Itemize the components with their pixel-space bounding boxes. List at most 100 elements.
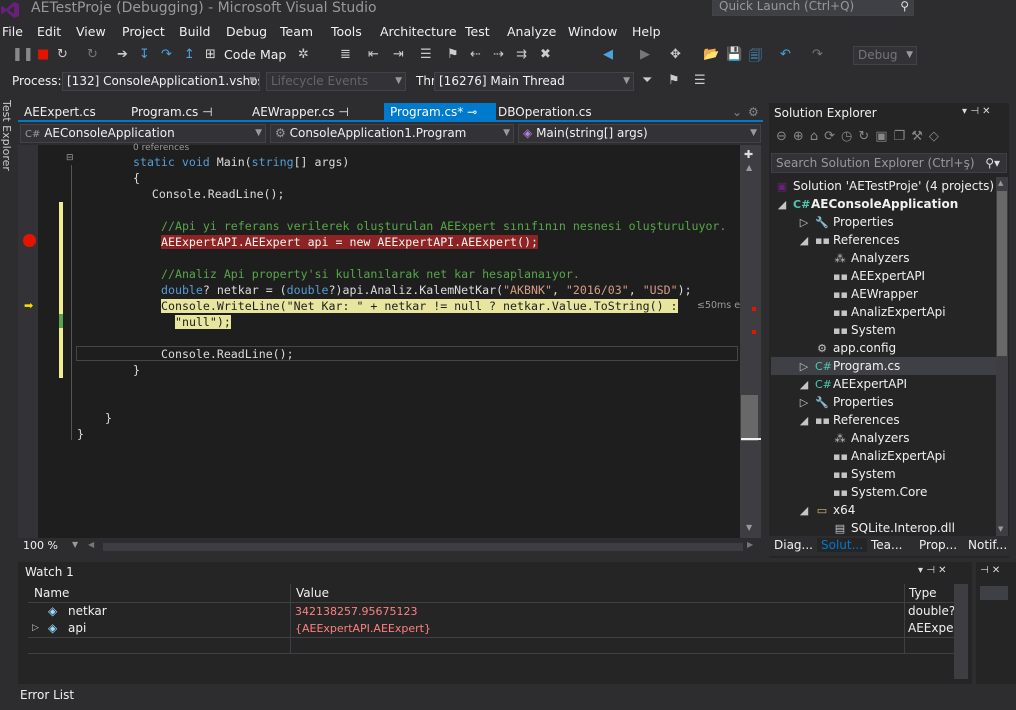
redo-icon[interactable]: ↷ xyxy=(812,47,823,62)
watch-header-value[interactable]: Value xyxy=(296,584,329,602)
tree-item-program-cs[interactable]: ▷ C#Program.cs xyxy=(771,357,996,375)
test-explorer-side-tab[interactable]: Test Explorer xyxy=(0,96,14,556)
tree-item-ref-system-core[interactable]: ▪▪ System.Core xyxy=(833,483,927,501)
tab-notifications[interactable]: Notif... xyxy=(968,538,1007,552)
menu-file[interactable]: File xyxy=(2,24,23,39)
comment-icon[interactable]: ≣ xyxy=(340,47,351,62)
break-all-icon[interactable]: ❚❚ xyxy=(12,47,34,62)
error-list-tab[interactable]: Error List xyxy=(20,688,74,702)
expanded-icon[interactable]: ◢ xyxy=(797,412,811,430)
step-over-icon[interactable]: ↷ xyxy=(161,47,172,62)
home-icon[interactable]: ⌂ xyxy=(810,129,824,144)
scroll-up-icon[interactable]: ▲ xyxy=(746,163,752,172)
watch-row-value[interactable]: {AEExpertAPI.AEExpert} xyxy=(295,620,431,637)
watch-header-type[interactable]: Type xyxy=(909,584,937,602)
menu-view[interactable]: View xyxy=(76,24,106,39)
sync-icon[interactable]: ⟳ xyxy=(824,129,841,144)
code-map-button[interactable]: Code Map xyxy=(224,47,286,62)
collapse-icon[interactable]: ⊟ xyxy=(66,153,74,163)
split-icon[interactable]: ✚ xyxy=(744,148,753,161)
tree-item-ref-system[interactable]: ▪▪ System xyxy=(833,465,896,483)
tab-program-cs-preview[interactable]: Program.cs ⊣ xyxy=(125,103,219,122)
restart-icon[interactable]: ↻ xyxy=(57,47,68,62)
breakpoint-icon[interactable] xyxy=(23,234,36,247)
menu-architecture[interactable]: Architecture xyxy=(380,24,457,39)
tree-item-ref-aewrapper[interactable]: ▪▪ AEWrapper xyxy=(833,285,918,303)
menu-edit[interactable]: Edit xyxy=(37,24,61,39)
show-next-statement-icon[interactable]: ↻ xyxy=(87,47,98,62)
show-all-icon[interactable]: ❐ xyxy=(894,129,912,144)
project-select[interactable]: C# AEConsoleApplication ▼ xyxy=(20,124,266,143)
clear-bookmarks-icon[interactable]: ✖ xyxy=(540,47,551,62)
menu-analyze[interactable]: Analyze xyxy=(507,24,556,39)
code-map-icon[interactable]: ⊞ xyxy=(205,47,216,62)
forward-icon[interactable]: ⊕ xyxy=(793,129,810,144)
expanded-icon[interactable]: ◢ xyxy=(797,232,811,250)
refresh-icon[interactable]: ↻ xyxy=(858,129,875,144)
tree-item-analyzers[interactable]: ⁂ Analyzers xyxy=(833,249,910,267)
scroll-left-icon[interactable]: ◀ xyxy=(88,540,94,549)
bookmark-icon[interactable]: ⚑ xyxy=(447,47,459,62)
codelens-references[interactable]: 0 references xyxy=(133,143,189,153)
menu-window[interactable]: Window xyxy=(568,24,617,39)
class-select[interactable]: ⚙ ConsoleApplication1.Program ▼ xyxy=(270,124,514,143)
collapse-all-icon[interactable]: ▣ xyxy=(875,129,893,144)
expanded-icon[interactable]: ◢ xyxy=(797,376,811,394)
scroll-down-icon[interactable]: ▼ xyxy=(746,523,752,532)
tab-program-cs-active[interactable]: Program.cs* ⊸ ✕ xyxy=(384,103,496,137)
menu-team[interactable]: Team xyxy=(280,24,313,39)
scroll-thumb[interactable] xyxy=(741,395,758,441)
zoom-level[interactable]: 100 % xyxy=(23,539,58,552)
watch-header-name[interactable]: Name xyxy=(34,584,69,602)
prev-bookmark-icon[interactable]: ⇠ xyxy=(470,47,481,62)
menu-project[interactable]: Project xyxy=(122,24,165,39)
tab-properties[interactable]: Prop... xyxy=(919,538,957,552)
expanded-icon[interactable]: ◢ xyxy=(775,196,789,214)
tree-item-ref-analizexpertapi[interactable]: ▪▪ AnalizExpertApi xyxy=(833,303,946,321)
menu-debug[interactable]: Debug xyxy=(226,24,267,39)
lifecycle-events-select[interactable]: Lifecycle Events ▼ xyxy=(266,72,406,91)
watch-row[interactable]: ◈ netkar 342138257.95675123 double? xyxy=(28,603,954,620)
tab-aeexpert-cs[interactable]: AEExpert.cs xyxy=(18,103,102,122)
tree-item-aeconsoleapplication[interactable]: ◢ C#AEConsoleApplication xyxy=(775,195,959,214)
watch-scrollbar[interactable] xyxy=(954,584,968,679)
code-view-icon[interactable]: ◇ xyxy=(929,129,945,144)
solution-search-input[interactable]: Search Solution Explorer (Ctrl+ş) ⚲▾ xyxy=(771,153,1007,173)
show-next-icon[interactable]: ➔ xyxy=(117,47,128,62)
watch-empty-row[interactable] xyxy=(28,637,954,654)
tree-item-references[interactable]: ◢ ▪▪ References xyxy=(797,231,900,249)
member-select[interactable]: ◈ Main(string[] args) ▼ xyxy=(518,124,761,143)
expand-icon[interactable]: ▷ xyxy=(32,620,39,637)
horizontal-scrollbar[interactable] xyxy=(103,543,743,551)
tab-solution-explorer[interactable]: Solut... xyxy=(817,538,868,552)
save-icon[interactable]: 💾 xyxy=(726,47,742,62)
pending-icon[interactable]: ◷ xyxy=(841,129,858,144)
menu-build[interactable]: Build xyxy=(179,24,210,39)
flag-threads-icon[interactable]: ⚑ xyxy=(668,73,680,88)
scroll-down-icon[interactable]: ▼ xyxy=(998,525,1003,533)
tree-item-aeexpertapi[interactable]: ◢ C#AEExpertAPI xyxy=(797,375,907,393)
back-icon[interactable]: ⊖ xyxy=(776,129,793,144)
tree-item-properties[interactable]: ▷ 🔧 Properties xyxy=(797,213,894,231)
undo-icon[interactable]: ↶ xyxy=(780,47,791,62)
stack-frame-icon[interactable]: ☰ xyxy=(694,73,706,88)
quick-launch-input[interactable]: Quick Launch (Ctrl+Q) ⚲ xyxy=(712,0,914,16)
collapsed-icon[interactable]: ▷ xyxy=(797,358,811,376)
navigate-back-icon[interactable]: ◀ xyxy=(603,47,613,62)
thread-select[interactable]: [16276] Main Thread ▼ xyxy=(434,72,634,91)
watch-row[interactable]: ▷ ◈ api {AEExpertAPI.AEExpert} AEExpert xyxy=(28,620,954,637)
scroll-up-icon[interactable]: ▲ xyxy=(998,179,1003,187)
tree-item-sqlite-interop[interactable]: ▤ SQLite.Interop.dll xyxy=(833,519,955,537)
next-bookmark-icon[interactable]: ⇢ xyxy=(493,47,504,62)
tree-item-properties[interactable]: ▷ 🔧 Properties xyxy=(797,393,894,411)
panel-options-icon[interactable]: ▾ ⊣ ✕ xyxy=(962,106,990,117)
code-editor[interactable] xyxy=(18,145,740,538)
watch-row-value[interactable]: 342138257.95675123 xyxy=(295,603,417,620)
tree-item-solution[interactable]: ▣ Solution 'AETestProje' (4 projects) xyxy=(775,177,994,195)
step-out-icon[interactable]: ↥ xyxy=(184,47,195,62)
tab-aewrapper-cs[interactable]: AEWrapper.cs ⊣ xyxy=(246,103,355,122)
stop-debugging-icon[interactable]: ■ xyxy=(37,47,49,62)
process-select[interactable]: [132] ConsoleApplication1.vshost. ▼ xyxy=(62,72,260,91)
tab-team-explorer[interactable]: Tea... xyxy=(871,538,902,552)
collapsed-icon[interactable]: ▷ xyxy=(797,394,811,412)
